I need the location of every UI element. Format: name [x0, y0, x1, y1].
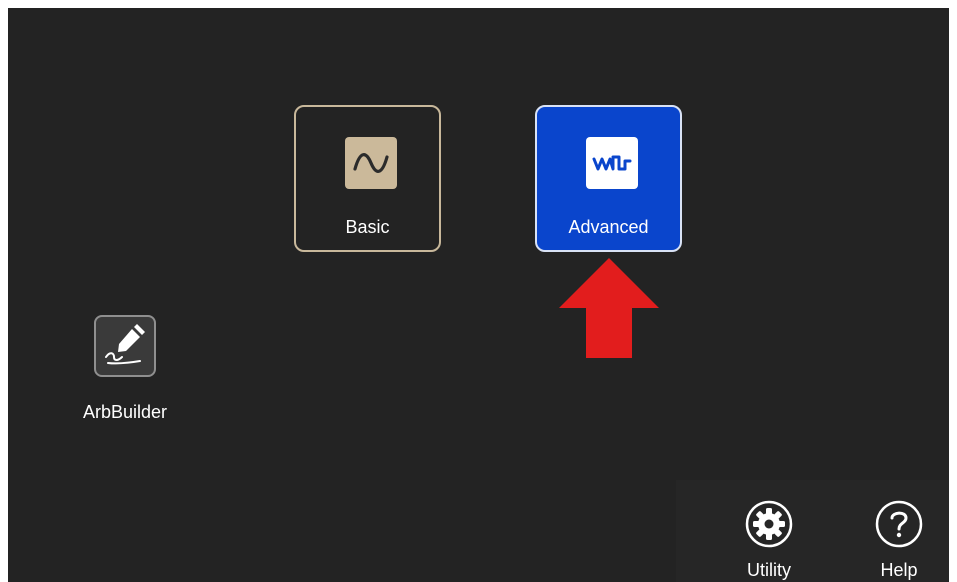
- utility-button[interactable]: Utility: [734, 492, 804, 582]
- basic-mode-tile[interactable]: Basic: [294, 105, 441, 252]
- help-button[interactable]: Help: [864, 492, 934, 582]
- red-arrow-annotation: [559, 258, 659, 358]
- utility-label: Utility: [747, 560, 791, 580]
- complex-waveform-icon: [586, 137, 638, 189]
- screen: Basic Advanced ArbBuilder Utility Help: [8, 8, 949, 582]
- bottom-bar: Utility Help: [676, 480, 949, 582]
- help-label: Help: [880, 560, 918, 580]
- arbbuilder-label: ArbBuilder: [82, 402, 168, 422]
- pen-signature-icon: [94, 315, 156, 377]
- advanced-mode-tile[interactable]: Advanced: [535, 105, 682, 252]
- gear-icon: [745, 500, 793, 548]
- sine-wave-icon: [345, 137, 397, 189]
- advanced-mode-label: Advanced: [568, 217, 649, 237]
- basic-mode-label: Basic: [345, 217, 390, 237]
- question-mark-icon: [875, 500, 923, 548]
- arbbuilder-app[interactable]: ArbBuilder: [72, 315, 182, 425]
